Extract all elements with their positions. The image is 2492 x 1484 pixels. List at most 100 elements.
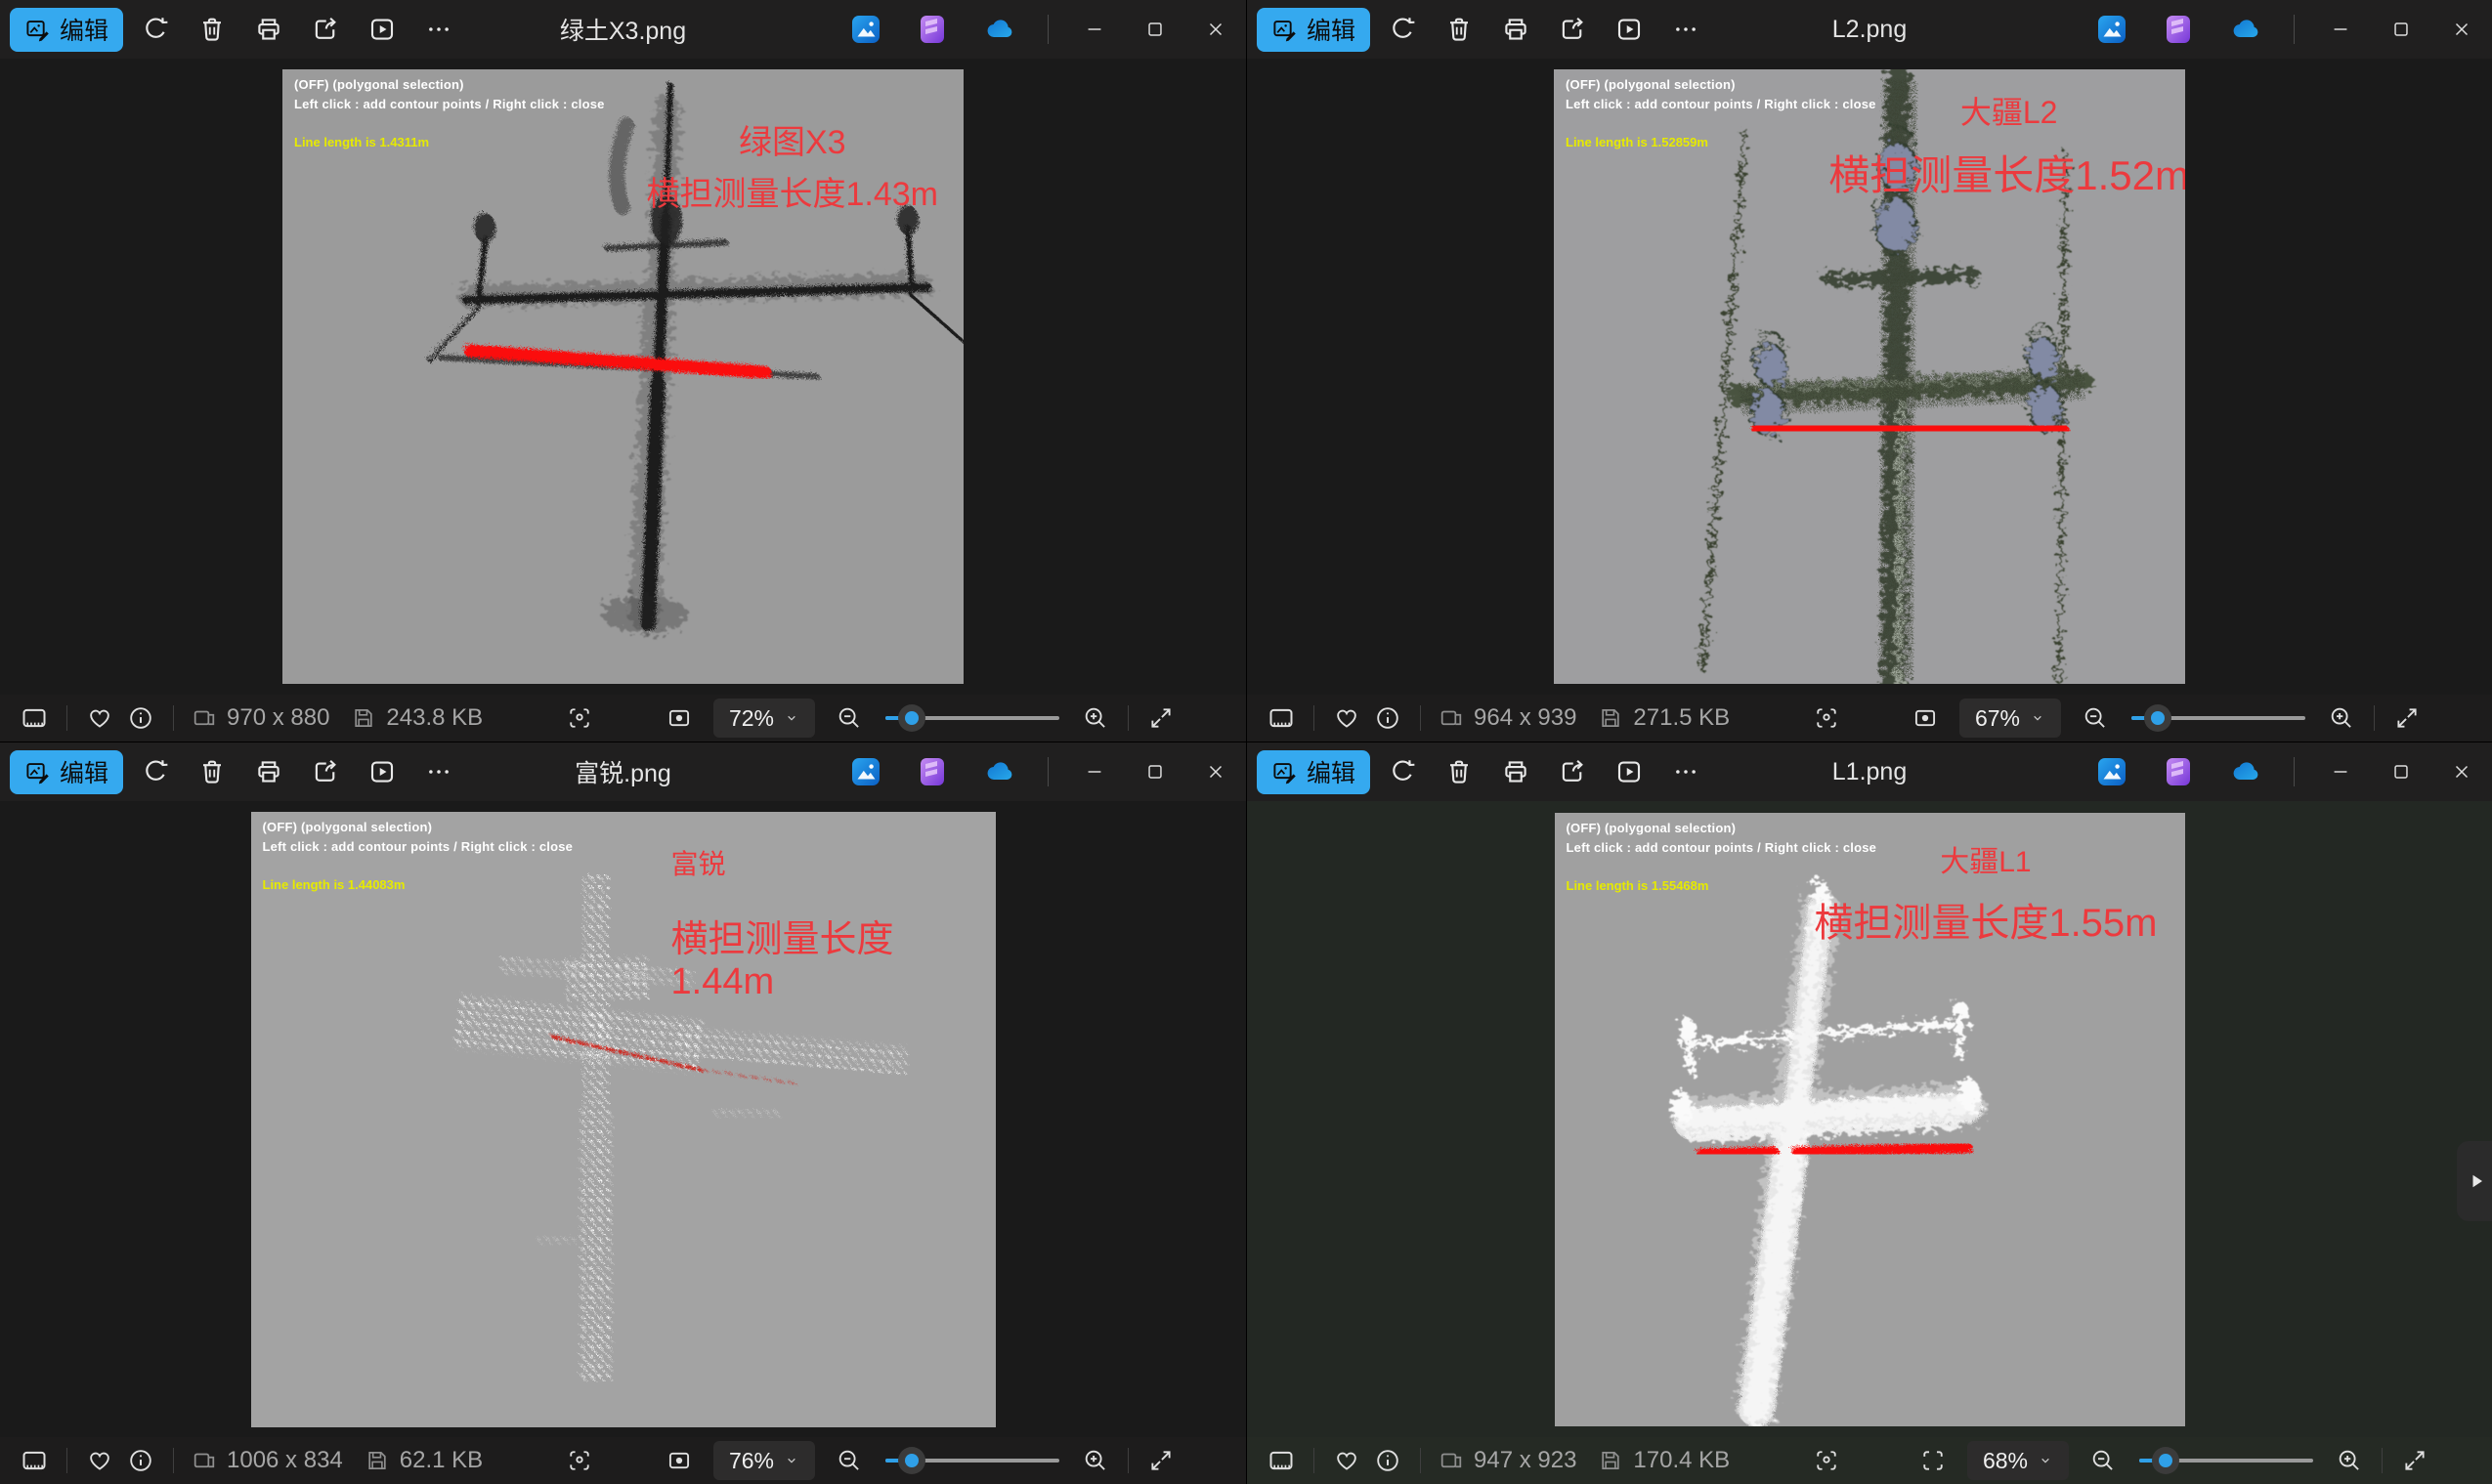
delete-button[interactable] [1435, 747, 1483, 796]
print-button[interactable] [244, 747, 293, 796]
rotate-button[interactable] [131, 747, 180, 796]
zoom-in-button[interactable] [1075, 698, 1116, 739]
zoom-out-button[interactable] [2083, 1440, 2124, 1481]
fullscreen-button[interactable] [1140, 1440, 1182, 1481]
visual-search-button[interactable] [559, 698, 600, 739]
zoom-out-button[interactable] [829, 698, 870, 739]
maximize-button[interactable] [2371, 742, 2431, 801]
maximize-button[interactable] [1125, 0, 1185, 59]
close-button[interactable] [1185, 742, 1246, 801]
filmstrip-button[interactable] [14, 1440, 55, 1481]
zoom-slider-thumb[interactable] [898, 1447, 925, 1474]
zoom-slider[interactable] [2131, 704, 2305, 732]
print-button[interactable] [1491, 5, 1540, 54]
print-button[interactable] [244, 5, 293, 54]
more-button[interactable] [1661, 747, 1710, 796]
zoom-in-button[interactable] [2321, 698, 2362, 739]
titlebar[interactable]: 编辑 富锐.png [0, 742, 1246, 801]
visual-search-button[interactable] [559, 1440, 600, 1481]
photos-app-icon[interactable] [2095, 755, 2128, 788]
minimize-button[interactable] [2310, 742, 2371, 801]
filmstrip-button[interactable] [1261, 698, 1302, 739]
zoom-slider[interactable] [2139, 1447, 2313, 1474]
edit-button[interactable]: 编辑 [10, 750, 123, 794]
fit-screen-button[interactable] [659, 1440, 700, 1481]
info-button[interactable] [120, 698, 161, 739]
close-button[interactable] [2431, 0, 2492, 59]
info-button[interactable] [120, 1440, 161, 1481]
zoom-slider[interactable] [885, 1447, 1059, 1474]
zoom-level-dropdown[interactable]: 68% [1967, 1441, 2069, 1480]
minimize-button[interactable] [1064, 742, 1125, 801]
clipchamp-icon[interactable] [2162, 13, 2195, 46]
zoom-in-button[interactable] [1075, 1440, 1116, 1481]
visual-search-button[interactable] [1806, 1440, 1847, 1481]
onedrive-icon[interactable] [2228, 13, 2261, 46]
favorite-button[interactable] [1326, 698, 1367, 739]
delete-button[interactable] [188, 747, 236, 796]
slideshow-button[interactable] [1605, 5, 1654, 54]
filmstrip-button[interactable] [1261, 1440, 1302, 1481]
zoom-out-button[interactable] [829, 1440, 870, 1481]
clipchamp-icon[interactable] [916, 13, 949, 46]
info-button[interactable] [1367, 1440, 1408, 1481]
next-image-flyout-button[interactable] [2457, 1141, 2492, 1221]
zoom-slider-thumb[interactable] [2152, 1447, 2179, 1474]
fit-screen-button[interactable] [1912, 1440, 1954, 1481]
fullscreen-button[interactable] [2394, 1440, 2435, 1481]
onedrive-icon[interactable] [982, 755, 1015, 788]
zoom-slider-thumb[interactable] [898, 704, 925, 732]
slideshow-button[interactable] [1605, 747, 1654, 796]
zoom-level-dropdown[interactable]: 76% [713, 1441, 815, 1480]
more-button[interactable] [414, 747, 463, 796]
minimize-button[interactable] [2310, 0, 2371, 59]
point-cloud-photo[interactable]: (OFF) (polygonal selection) Left click :… [251, 812, 996, 1427]
close-button[interactable] [2431, 742, 2492, 801]
rotate-button[interactable] [1378, 747, 1427, 796]
fullscreen-button[interactable] [1140, 698, 1182, 739]
favorite-button[interactable] [79, 698, 120, 739]
more-button[interactable] [414, 5, 463, 54]
point-cloud-photo[interactable]: (OFF) (polygonal selection) Left click :… [1554, 69, 2185, 684]
onedrive-icon[interactable] [982, 13, 1015, 46]
titlebar[interactable]: 编辑 绿土X3.png [0, 0, 1246, 59]
onedrive-icon[interactable] [2228, 755, 2261, 788]
zoom-slider[interactable] [885, 704, 1059, 732]
photos-app-icon[interactable] [849, 13, 882, 46]
rotate-button[interactable] [131, 5, 180, 54]
point-cloud-photo[interactable]: (OFF) (polygonal selection) Left click :… [282, 69, 964, 684]
edit-button[interactable]: 编辑 [10, 8, 123, 52]
slideshow-button[interactable] [358, 747, 407, 796]
clipchamp-icon[interactable] [916, 755, 949, 788]
filmstrip-button[interactable] [14, 698, 55, 739]
maximize-button[interactable] [1125, 742, 1185, 801]
more-button[interactable] [1661, 5, 1710, 54]
zoom-in-button[interactable] [2329, 1440, 2370, 1481]
share-button[interactable] [301, 5, 350, 54]
visual-search-button[interactable] [1806, 698, 1847, 739]
favorite-button[interactable] [1326, 1440, 1367, 1481]
share-button[interactable] [301, 747, 350, 796]
rotate-button[interactable] [1378, 5, 1427, 54]
point-cloud-photo[interactable]: (OFF) (polygonal selection) Left click :… [1555, 813, 2185, 1426]
delete-button[interactable] [188, 5, 236, 54]
minimize-button[interactable] [1064, 0, 1125, 59]
fullscreen-button[interactable] [2386, 698, 2428, 739]
zoom-slider-thumb[interactable] [2144, 704, 2171, 732]
zoom-level-dropdown[interactable]: 72% [713, 699, 815, 738]
edit-button[interactable]: 编辑 [1257, 8, 1370, 52]
maximize-button[interactable] [2371, 0, 2431, 59]
delete-button[interactable] [1435, 5, 1483, 54]
print-button[interactable] [1491, 747, 1540, 796]
titlebar[interactable]: 编辑 L2.png [1247, 0, 2492, 59]
close-button[interactable] [1185, 0, 1246, 59]
titlebar[interactable]: 编辑 L1.png [1247, 742, 2492, 801]
share-button[interactable] [1548, 5, 1597, 54]
slideshow-button[interactable] [358, 5, 407, 54]
zoom-level-dropdown[interactable]: 67% [1959, 699, 2061, 738]
photos-app-icon[interactable] [849, 755, 882, 788]
fit-screen-button[interactable] [659, 698, 700, 739]
favorite-button[interactable] [79, 1440, 120, 1481]
zoom-out-button[interactable] [2075, 698, 2116, 739]
share-button[interactable] [1548, 747, 1597, 796]
